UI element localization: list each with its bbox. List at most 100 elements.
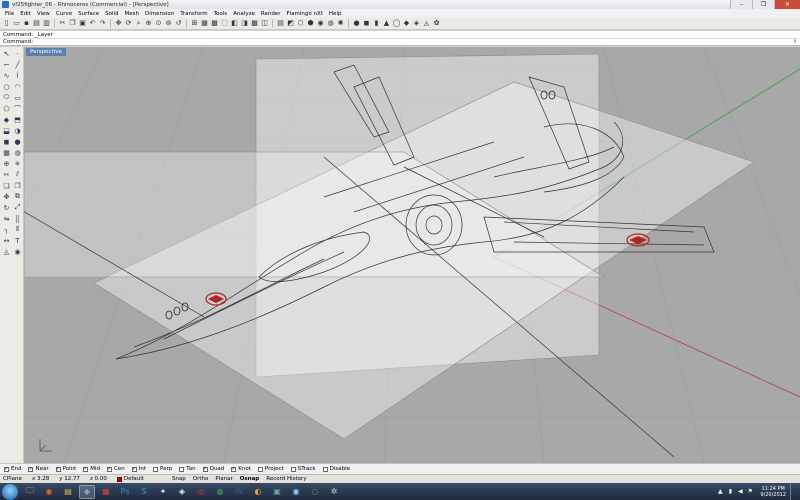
unlock-icon[interactable]: ◫ <box>260 19 269 28</box>
firefox-icon[interactable]: ◉ <box>41 485 57 499</box>
analyze-icon[interactable]: ◬ <box>422 19 431 28</box>
tray-volume-icon[interactable]: ◀ <box>736 488 744 496</box>
osnap-tan[interactable]: Tan <box>179 466 196 472</box>
tray-arrow-icon[interactable]: ▲ <box>716 488 724 496</box>
box-solid-icon[interactable]: ◼ <box>1 136 12 147</box>
undo-view-icon[interactable]: ↺ <box>174 19 183 28</box>
offset-icon[interactable]: ⫴ <box>12 224 23 235</box>
osnap-quad[interactable]: ✓ Quad <box>202 466 224 472</box>
3d-app-icon[interactable]: ✦ <box>155 485 171 499</box>
cone-icon[interactable]: ▲ <box>382 19 391 28</box>
osnap-near[interactable]: ✓ Near <box>28 466 49 472</box>
grid-icon[interactable]: ▩ <box>210 19 219 28</box>
status-planar-toggle[interactable]: Planar <box>215 476 232 482</box>
cut-icon[interactable]: ✂ <box>58 19 67 28</box>
unity-icon[interactable]: ◈ <box>174 485 190 499</box>
point-icon[interactable]: · <box>12 48 23 59</box>
osnap-mid-checkbox[interactable]: ✓ <box>83 466 89 472</box>
fillet-icon[interactable]: ╮ <box>1 224 12 235</box>
command-line[interactable]: Command: ⇕ <box>0 39 800 46</box>
menu-transform[interactable]: Transform <box>177 11 210 17</box>
torus-icon[interactable]: ◯ <box>392 19 401 28</box>
status-osnap-toggle[interactable]: Osnap <box>240 476 260 482</box>
line-icon[interactable]: ╱ <box>12 59 23 70</box>
four-view-icon[interactable]: ⊞ <box>190 19 199 28</box>
render-tool-icon[interactable]: ◉ <box>12 246 23 257</box>
globe-icon[interactable]: ◌ <box>307 485 323 499</box>
menu-render[interactable]: Render <box>258 11 284 17</box>
shaded-icon[interactable]: ⬢ <box>306 19 315 28</box>
flamingo-icon[interactable]: ✿ <box>432 19 441 28</box>
menu-curve[interactable]: Curve <box>53 11 75 17</box>
text-icon[interactable]: T <box>12 235 23 246</box>
extrude-icon[interactable]: ⬒ <box>12 114 23 125</box>
surface-corner-icon[interactable]: ◆ <box>1 114 12 125</box>
explode-icon[interactable]: ✳ <box>12 158 23 169</box>
command-scroll-icon[interactable]: ⇕ <box>793 39 797 45</box>
menu-view[interactable]: View <box>34 11 53 17</box>
split-icon[interactable]: ⫽ <box>12 169 23 180</box>
polygon-icon[interactable]: ⬠ <box>1 103 12 114</box>
rotate-icon[interactable]: ↻ <box>1 202 12 213</box>
osnap-perp[interactable]: Perp <box>153 466 172 472</box>
zoom-window-icon[interactable]: ⊕ <box>144 19 153 28</box>
status-snap-toggle[interactable]: Snap <box>172 476 186 482</box>
osnap-project[interactable]: Project <box>257 466 284 472</box>
start-button[interactable] <box>2 483 18 500</box>
osnap-end-checkbox[interactable]: ✓ <box>4 466 9 472</box>
loft-icon[interactable]: ⬓ <box>1 125 12 136</box>
select-arrow-icon[interactable]: ↖ <box>1 48 12 59</box>
close-button[interactable]: ✕ <box>774 0 800 9</box>
show-desktop-button[interactable] <box>790 483 796 500</box>
osnap-point[interactable]: ✓ Point <box>55 466 76 472</box>
browser-icon[interactable]: ◎ <box>193 485 209 499</box>
properties-icon[interactable]: ◩ <box>286 19 295 28</box>
folder-icon[interactable]: ▤ <box>60 485 76 499</box>
ungroup-icon[interactable]: ❐ <box>12 180 23 191</box>
command-prompt[interactable]: Command: <box>3 39 33 45</box>
viewport-tab-perspective[interactable]: Perspective <box>26 48 66 56</box>
rotate-view-icon[interactable]: ⟳ <box>124 19 133 28</box>
menu-flamingo[interactable]: Flamingo nXt <box>283 11 325 17</box>
taskbar-clock[interactable]: 11:24 PM 9/20/2012 <box>760 486 786 498</box>
word-icon[interactable]: W <box>231 485 247 499</box>
polyline-icon[interactable]: ⌐ <box>1 59 12 70</box>
select-icon[interactable]: ⬚ <box>220 19 229 28</box>
print-icon[interactable]: ▤ <box>32 19 41 28</box>
import-icon[interactable]: ▥ <box>42 19 51 28</box>
osnap-end[interactable]: ✓ End <box>4 466 21 472</box>
mesh-icon[interactable]: ◈ <box>412 19 421 28</box>
menu-dimension[interactable]: Dimension <box>142 11 177 17</box>
settings-icon[interactable]: ✲ <box>326 485 342 499</box>
surface-icon[interactable]: ◆ <box>402 19 411 28</box>
menu-tools[interactable]: Tools <box>211 11 231 17</box>
status-current-layer[interactable]: Default <box>116 476 144 482</box>
osnap-quad-checkbox[interactable]: ✓ <box>202 466 208 472</box>
menu-mesh[interactable]: Mesh <box>122 11 142 17</box>
hide-icon[interactable]: ◧ <box>230 19 239 28</box>
lock-icon[interactable]: ▩ <box>250 19 259 28</box>
osnap-cen-checkbox[interactable]: ✓ <box>107 466 113 472</box>
menu-surface[interactable]: Surface <box>75 11 102 17</box>
osnap-tan-checkbox[interactable] <box>179 466 185 472</box>
pan-icon[interactable]: ✥ <box>114 19 123 28</box>
status-ortho-toggle[interactable]: Ortho <box>193 476 209 482</box>
osnap-strack-checkbox[interactable] <box>290 466 296 472</box>
mesh-tool-icon[interactable]: ▦ <box>1 147 12 158</box>
osnap-strack[interactable]: STrack <box>290 466 316 472</box>
freeform-curve-icon[interactable]: ⌇ <box>12 70 23 81</box>
osnap-int-checkbox[interactable]: ✓ <box>131 466 137 472</box>
group-icon[interactable]: ❏ <box>1 180 12 191</box>
boolean-icon[interactable]: ◍ <box>12 147 23 158</box>
layer-icon[interactable]: ▤ <box>276 19 285 28</box>
chrome-icon[interactable]: ◍ <box>212 485 228 499</box>
tool-icon[interactable]: ◐ <box>250 485 266 499</box>
osnap-project-checkbox[interactable] <box>257 466 263 472</box>
osnap-perp-checkbox[interactable] <box>153 466 158 472</box>
sphere-icon[interactable]: ● <box>352 19 361 28</box>
menu-edit[interactable]: Edit <box>17 11 34 17</box>
osnap-mid[interactable]: ✓ Mid <box>83 466 100 472</box>
save-icon[interactable]: ▪ <box>22 19 31 28</box>
curve-icon[interactable]: ∿ <box>1 70 12 81</box>
menu-analyze[interactable]: Analyze <box>230 11 258 17</box>
